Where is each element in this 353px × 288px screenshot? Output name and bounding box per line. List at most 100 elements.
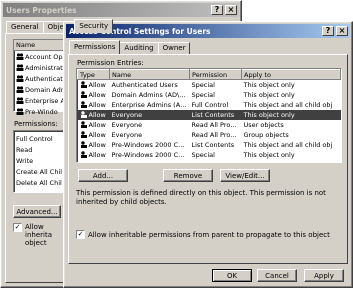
users-icon (16, 86, 24, 93)
table-row[interactable]: Allow Pre-Windows 2000 Co... Special This o… (78, 150, 341, 160)
list-item[interactable]: Create All Chil (14, 166, 66, 177)
list-item[interactable]: Read (14, 144, 66, 155)
cell-name-text: Pre-Windows 2000 Co... (111, 150, 189, 159)
cell-name: Authenticated Users (110, 80, 190, 90)
allow-inherit-label: Allow inherita object (25, 223, 52, 247)
cell-type: Allow (78, 80, 110, 90)
column-header-permission[interactable]: Permission (189, 69, 242, 80)
cell-permission: Special (190, 90, 242, 100)
cell-type: Allow (78, 150, 110, 160)
close-button[interactable]: × (336, 26, 348, 36)
cell-apply-to: This object only (242, 80, 341, 90)
name-column-header[interactable]: Name (14, 40, 66, 51)
users-icon (16, 75, 24, 82)
user-icon (80, 91, 88, 98)
user-icon (80, 111, 88, 118)
inherit-permissions-label: Allow inheritable permissions from paren… (88, 231, 330, 239)
cell-name: Domain Admins (AD\D... (110, 90, 190, 100)
tab-auditing[interactable]: Auditing (119, 42, 159, 54)
cell-type: Allow (78, 100, 110, 110)
list-item[interactable]: Administrato (14, 62, 66, 73)
table-row[interactable]: Allow Authenticated Users Special This obje… (78, 80, 341, 90)
table-row[interactable]: Allow Domain Admins (AD\D... Special This o… (78, 90, 341, 100)
permission-info-text: This permission is defined directly on t… (76, 189, 326, 206)
cell-permission: Special (190, 150, 242, 160)
inherit-permissions-checkbox[interactable]: ✓ (76, 230, 85, 239)
tab-general[interactable]: General (6, 21, 44, 33)
apply-button[interactable]: Apply (304, 269, 344, 282)
list-item-label: Domain Adr (25, 85, 64, 94)
permission-entries-table[interactable]: Type Name Permission Apply to Allow Authe… (76, 68, 342, 163)
cell-apply-to: This object and all child obj (242, 140, 341, 150)
cell-permission-text: Special (191, 90, 215, 99)
list-item-label: Authenticat (25, 74, 63, 83)
cancel-button[interactable]: Cancel (257, 269, 297, 282)
list-item[interactable]: Write (14, 155, 66, 166)
help-button[interactable]: ? (211, 5, 223, 15)
cell-permission-text: Special (191, 80, 215, 89)
cell-name-text: Everyone (111, 130, 143, 139)
user-icon (80, 101, 88, 108)
cell-type: Allow (78, 90, 110, 100)
permission-entries-label: Permission Entries: (77, 59, 144, 67)
list-item-label: Pre-Windo (25, 107, 58, 116)
tab-permissions[interactable]: Permissions (69, 40, 121, 54)
cell-name-text: Enterprise Admins (AD... (111, 100, 190, 109)
cell-permission-text: List Contents (191, 110, 235, 119)
cell-permission-text: Read All Pro... (191, 130, 237, 139)
list-item[interactable]: Domain Adr (14, 84, 66, 95)
help-button[interactable]: ? (322, 26, 334, 36)
cell-permission: Read All Pro... (190, 120, 242, 130)
cell-apply-to: This object and all child obj (242, 100, 341, 110)
cell-apply-to-text: This object only (243, 90, 295, 99)
list-item[interactable]: Pre-Windo (14, 106, 66, 117)
users-properties-titlebar[interactable]: Users Properties ? × (3, 3, 239, 17)
cell-apply-to: User objects (242, 120, 341, 130)
cell-apply-to: This object only (242, 90, 341, 100)
user-icon (80, 141, 88, 148)
list-item[interactable]: Account Op (14, 51, 66, 62)
cell-apply-to-text: This object and all child obj (243, 100, 333, 109)
cell-permission-text: List Contents (191, 140, 235, 149)
cell-name: Pre-Windows 2000 Co... (110, 150, 190, 160)
users-icon (16, 64, 24, 71)
cell-apply-to-text: Group objects (243, 130, 289, 139)
user-icon (80, 121, 88, 128)
cell-type-text: Allow (88, 80, 106, 89)
column-header-type[interactable]: Type (77, 69, 110, 80)
view-edit-button[interactable]: View/Edit... (220, 169, 270, 182)
advanced-button[interactable]: Advanced... (13, 205, 61, 218)
add-button[interactable]: Add... (78, 169, 128, 182)
cell-name-text: Pre-Windows 2000 Co... (111, 140, 189, 149)
tab-owner[interactable]: Owner (157, 42, 191, 54)
allow-inherit-checkbox[interactable]: ✓ (13, 223, 22, 232)
table-row[interactable]: Allow Everyone Read All Pro... User objects (78, 120, 341, 130)
permissions-list[interactable]: Full Control Read Write Create All Chil … (13, 130, 67, 193)
name-list[interactable]: Name Account Op Administrato Authenticat… (13, 39, 67, 116)
cell-apply-to-text: User objects (243, 120, 284, 129)
ok-button[interactable]: OK (212, 269, 252, 282)
cell-permission: Special (190, 80, 242, 90)
list-item[interactable]: Enterprise A (14, 95, 66, 106)
cell-name-text: Authenticated Users (111, 80, 178, 89)
column-header-name[interactable]: Name (109, 69, 190, 80)
list-item[interactable]: Authenticat (14, 73, 66, 84)
table-row[interactable]: Allow Pre-Windows 2000 Co... List Contents… (78, 140, 341, 150)
table-row[interactable]: Allow Everyone List Contents This object on… (77, 109, 341, 120)
list-item[interactable]: Full Control (14, 133, 66, 144)
remove-button[interactable]: Remove (163, 169, 213, 182)
user-icon (80, 151, 88, 158)
cell-permission: Full Control (190, 100, 242, 110)
cell-apply-to-text: This object only (243, 110, 295, 119)
cell-permission-text: Full Control (191, 100, 229, 109)
close-button[interactable]: × (225, 5, 237, 15)
cell-type: Allow (78, 130, 110, 140)
list-item-label: Account Op (25, 52, 63, 61)
table-row[interactable]: Allow Everyone Read All Pro... Group object… (78, 130, 341, 140)
list-item[interactable]: Delete All Chil (14, 177, 66, 188)
table-row[interactable]: Allow Enterprise Admins (AD... Full Contro… (78, 100, 341, 110)
tab-security[interactable]: Security (74, 19, 114, 33)
cell-type-text: Allow (88, 140, 106, 149)
column-header-apply-to[interactable]: Apply to (241, 69, 341, 80)
cell-apply-to-text: This object only (243, 80, 295, 89)
